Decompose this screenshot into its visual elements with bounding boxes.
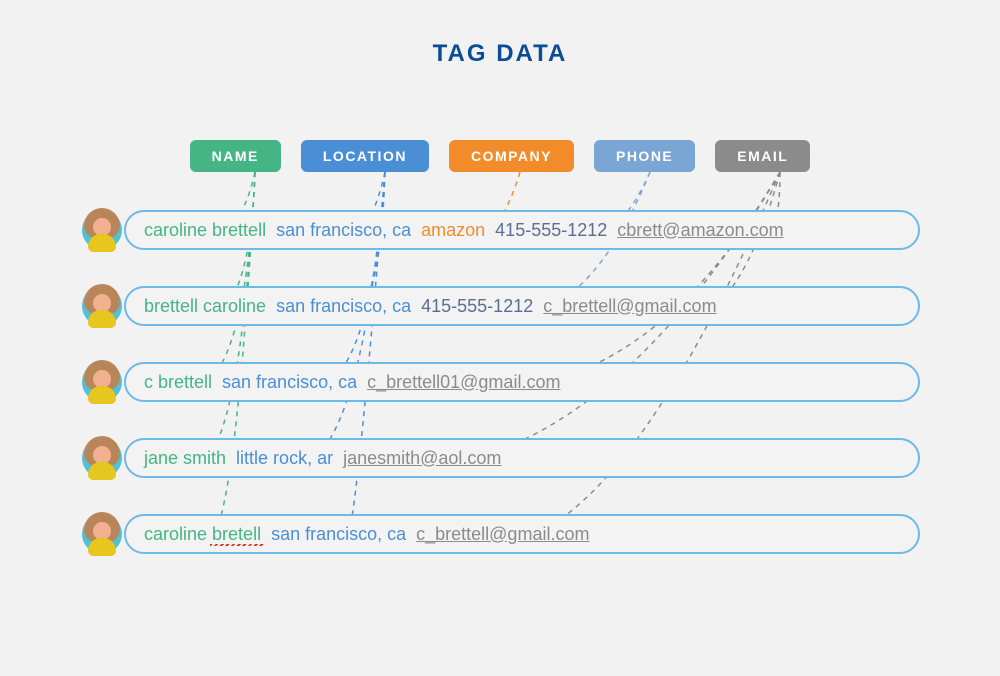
- data-rows: caroline brettell san francisco, ca amaz…: [80, 210, 920, 590]
- avatar-icon: [76, 280, 128, 332]
- field-location: little rock, ar: [236, 448, 333, 469]
- field-name: jane smith: [144, 448, 226, 469]
- record-pill: brettell caroline san francisco, ca 415-…: [124, 286, 920, 326]
- data-row: caroline brettell san francisco, ca amaz…: [80, 210, 920, 250]
- avatar-icon: [76, 508, 128, 560]
- record-pill: c brettell san francisco, ca c_brettell0…: [124, 362, 920, 402]
- record-pill: caroline bretell san francisco, ca c_bre…: [124, 514, 920, 554]
- data-row: caroline bretell san francisco, ca c_bre…: [80, 514, 920, 554]
- field-location: san francisco, ca: [222, 372, 357, 393]
- field-name: c brettell: [144, 372, 212, 393]
- data-row: c brettell san francisco, ca c_brettell0…: [80, 362, 920, 402]
- record-pill: jane smith little rock, ar janesmith@aol…: [124, 438, 920, 478]
- tag-name: NAME: [190, 140, 281, 172]
- field-name: brettell caroline: [144, 296, 266, 317]
- field-company: amazon: [421, 220, 485, 241]
- tag-location: LOCATION: [301, 140, 429, 172]
- data-row: jane smith little rock, ar janesmith@aol…: [80, 438, 920, 478]
- field-email: c_brettell@gmail.com: [416, 524, 589, 545]
- page-title: TAG DATA: [0, 0, 1000, 68]
- field-email: janesmith@aol.com: [343, 448, 501, 469]
- field-phone: 415-555-1212: [495, 220, 607, 241]
- tag-email: EMAIL: [715, 140, 810, 172]
- field-phone: 415-555-1212: [421, 296, 533, 317]
- field-email: cbrett@amazon.com: [617, 220, 783, 241]
- avatar-icon: [76, 432, 128, 484]
- field-name: caroline brettell: [144, 220, 266, 241]
- field-name-text: caroline bretell: [144, 524, 261, 544]
- field-location: san francisco, ca: [271, 524, 406, 545]
- field-name: caroline bretell: [144, 524, 261, 545]
- spellcheck-underline-icon: [210, 544, 264, 546]
- avatar-icon: [76, 356, 128, 408]
- field-location: san francisco, ca: [276, 296, 411, 317]
- avatar-icon: [76, 204, 128, 256]
- data-row: brettell caroline san francisco, ca 415-…: [80, 286, 920, 326]
- field-location: san francisco, ca: [276, 220, 411, 241]
- field-email: c_brettell@gmail.com: [543, 296, 716, 317]
- field-email: c_brettell01@gmail.com: [367, 372, 560, 393]
- tag-company: COMPANY: [449, 140, 574, 172]
- tag-header-row: NAME LOCATION COMPANY PHONE EMAIL: [0, 140, 1000, 172]
- record-pill: caroline brettell san francisco, ca amaz…: [124, 210, 920, 250]
- tag-phone: PHONE: [594, 140, 695, 172]
